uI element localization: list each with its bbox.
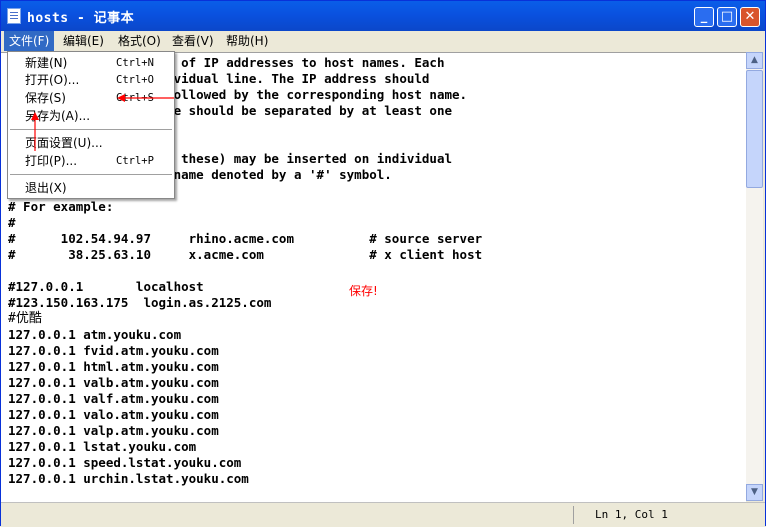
menu-item-label: 保存(S) <box>25 91 66 105</box>
editor-line: 127.0.0.1 lstat.youku.com <box>8 439 197 454</box>
title-bar[interactable]: hosts - 记事本 _ □ ✕ <box>1 1 765 31</box>
editor-line: 127.0.0.1 atm.youku.com <box>8 327 182 342</box>
menu-separator <box>10 174 172 175</box>
menu-item-shortcut: Ctrl+S <box>116 92 154 104</box>
menu-item-shortcut: Ctrl+N <box>116 57 154 69</box>
editor-line: 127.0.0.1 valb.atm.youku.com <box>8 375 219 390</box>
editor-line: #123.150.163.175 login.as.2125.com <box>8 295 272 310</box>
scroll-up-icon[interactable]: ▲ <box>746 52 763 69</box>
editor-line: 127.0.0.1 html.atm.youku.com <box>8 359 219 374</box>
notepad-window: hosts - 记事本 _ □ ✕ 文件(F) 编辑(E) 格式(O) 查看(V… <box>0 0 766 526</box>
menu-item-label: 页面设置(U)... <box>25 136 103 150</box>
status-divider <box>573 506 574 524</box>
editor-line: 127.0.0.1 urchin.lstat.youku.com <box>8 471 249 486</box>
menu-item-label: 另存为(A)... <box>25 109 91 123</box>
menu-item-shortcut: Ctrl+O <box>116 74 154 86</box>
menu-view[interactable]: 查看(V) <box>167 31 219 51</box>
menu-bar: 文件(F) 编辑(E) 格式(O) 查看(V) 帮助(H) <box>1 31 765 51</box>
notepad-icon[interactable] <box>7 8 21 24</box>
menu-item-open[interactable]: 打开(O)... Ctrl+O <box>8 71 174 89</box>
minimize-button[interactable]: _ <box>694 7 714 27</box>
vertical-scrollbar[interactable]: ▲ ▼ <box>746 52 763 501</box>
menu-separator <box>10 129 172 130</box>
editor-line: 127.0.0.1 valf.atm.youku.com <box>8 391 219 406</box>
editor-line: 127.0.0.1 speed.lstat.youku.com <box>8 455 242 470</box>
menu-file[interactable]: 文件(F) <box>4 31 55 51</box>
menu-edit[interactable]: 编辑(E) <box>58 31 109 51</box>
maximize-button[interactable]: □ <box>717 7 737 27</box>
menu-format[interactable]: 格式(O) <box>113 31 166 51</box>
editor-line: #优酷 <box>8 311 42 326</box>
save-annotation: 保存! <box>349 284 378 298</box>
menu-item-label: 退出(X) <box>25 181 67 195</box>
editor-line: 127.0.0.1 valp.atm.youku.com <box>8 423 219 438</box>
menu-item-page-setup[interactable]: 页面设置(U)... <box>8 134 174 152</box>
editor-line: 127.0.0.1 fvid.atm.youku.com <box>8 343 219 358</box>
scroll-down-icon[interactable]: ▼ <box>746 484 763 501</box>
editor-line: # For example: <box>8 199 114 214</box>
editor-line: # 38.25.63.10 x.acme.com # x client host <box>8 247 483 262</box>
menu-item-new[interactable]: 新建(N) Ctrl+N <box>8 54 174 72</box>
cursor-position: Ln 1, Col 1 <box>595 508 668 521</box>
menu-item-print[interactable]: 打印(P)... Ctrl+P <box>8 152 174 170</box>
menu-item-exit[interactable]: 退出(X) <box>8 179 174 197</box>
scroll-thumb[interactable] <box>746 70 763 188</box>
editor-line: #127.0.0.1 localhost <box>8 279 204 294</box>
menu-item-label: 打印(P)... <box>25 154 78 168</box>
menu-item-label: 打开(O)... <box>25 73 80 87</box>
editor-line: # <box>8 215 16 230</box>
editor-line: 127.0.0.1 valo.atm.youku.com <box>8 407 219 422</box>
editor-line: # 102.54.94.97 rhino.acme.com # source s… <box>8 231 483 246</box>
file-menu-dropdown: 新建(N) Ctrl+N 打开(O)... Ctrl+O 保存(S) Ctrl+… <box>7 51 175 199</box>
menu-item-label: 新建(N) <box>25 56 68 70</box>
menu-item-save-as[interactable]: 另存为(A)... <box>8 107 174 125</box>
menu-item-save[interactable]: 保存(S) Ctrl+S <box>8 89 174 107</box>
menu-item-shortcut: Ctrl+P <box>116 155 154 167</box>
close-button[interactable]: ✕ <box>740 7 760 27</box>
status-bar: Ln 1, Col 1 <box>1 502 765 526</box>
menu-help[interactable]: 帮助(H) <box>221 31 273 51</box>
window-title: hosts - 记事本 <box>27 11 135 26</box>
